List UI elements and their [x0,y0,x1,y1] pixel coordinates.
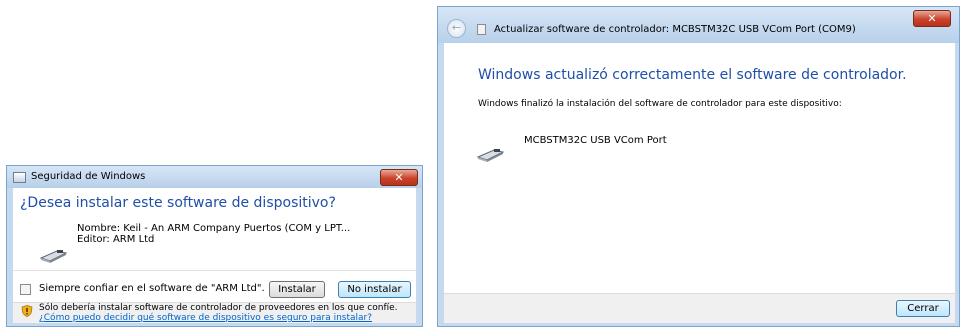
shield-icon [21,305,33,317]
dialog-body: ¿Desea instalar este software de disposi… [13,188,416,323]
always-trust-checkbox[interactable] [20,284,31,295]
install-button[interactable]: Instalar [269,281,325,298]
dialog-footer: Sólo debería instalar software de contro… [13,302,416,323]
dialog-body: Windows actualizó correctamente el softw… [444,43,955,323]
dont-install-button[interactable]: No instalar [338,281,411,298]
device-name: MCBSTM32C USB VCom Port [524,135,667,146]
divider [13,270,416,271]
help-link[interactable]: ¿Cómo puedo decidir qué software de disp… [39,313,372,323]
usb-device-icon [476,149,505,162]
close-dialog-button[interactable]: Cerrar [896,300,950,317]
dialog-footer: Cerrar [444,293,955,323]
success-description: Windows finalizó la instalación del soft… [478,99,842,109]
back-arrow-icon[interactable]: ← [447,19,466,38]
dialog-title: Seguridad de Windows [31,171,146,182]
install-question-heading: ¿Desea instalar este software de disposi… [20,195,336,211]
close-button[interactable]: ✕ [380,169,418,186]
close-button[interactable]: ✕ [913,10,951,27]
device-name-line: Nombre: Keil - An ARM Company Puertos (C… [77,223,351,234]
warning-text: Sólo debería instalar software de contro… [39,303,398,313]
always-trust-label[interactable]: Siempre confiar en el software de "ARM L… [39,283,265,294]
document-icon [477,24,486,35]
title-bar: ← Actualizar software de controlador: MC… [438,7,959,43]
success-heading: Windows actualizó correctamente el softw… [478,67,907,83]
dialog-title: Actualizar software de controlador: MCBS… [494,24,856,35]
usb-device-icon [39,250,68,263]
title-bar: Seguridad de Windows ✕ [7,166,422,188]
update-driver-dialog: ← Actualizar software de controlador: MC… [437,6,960,327]
window-icon [13,172,26,183]
windows-security-dialog: Seguridad de Windows ✕ ¿Desea instalar e… [6,165,423,327]
publisher-line: Editor: ARM Ltd [77,234,155,245]
